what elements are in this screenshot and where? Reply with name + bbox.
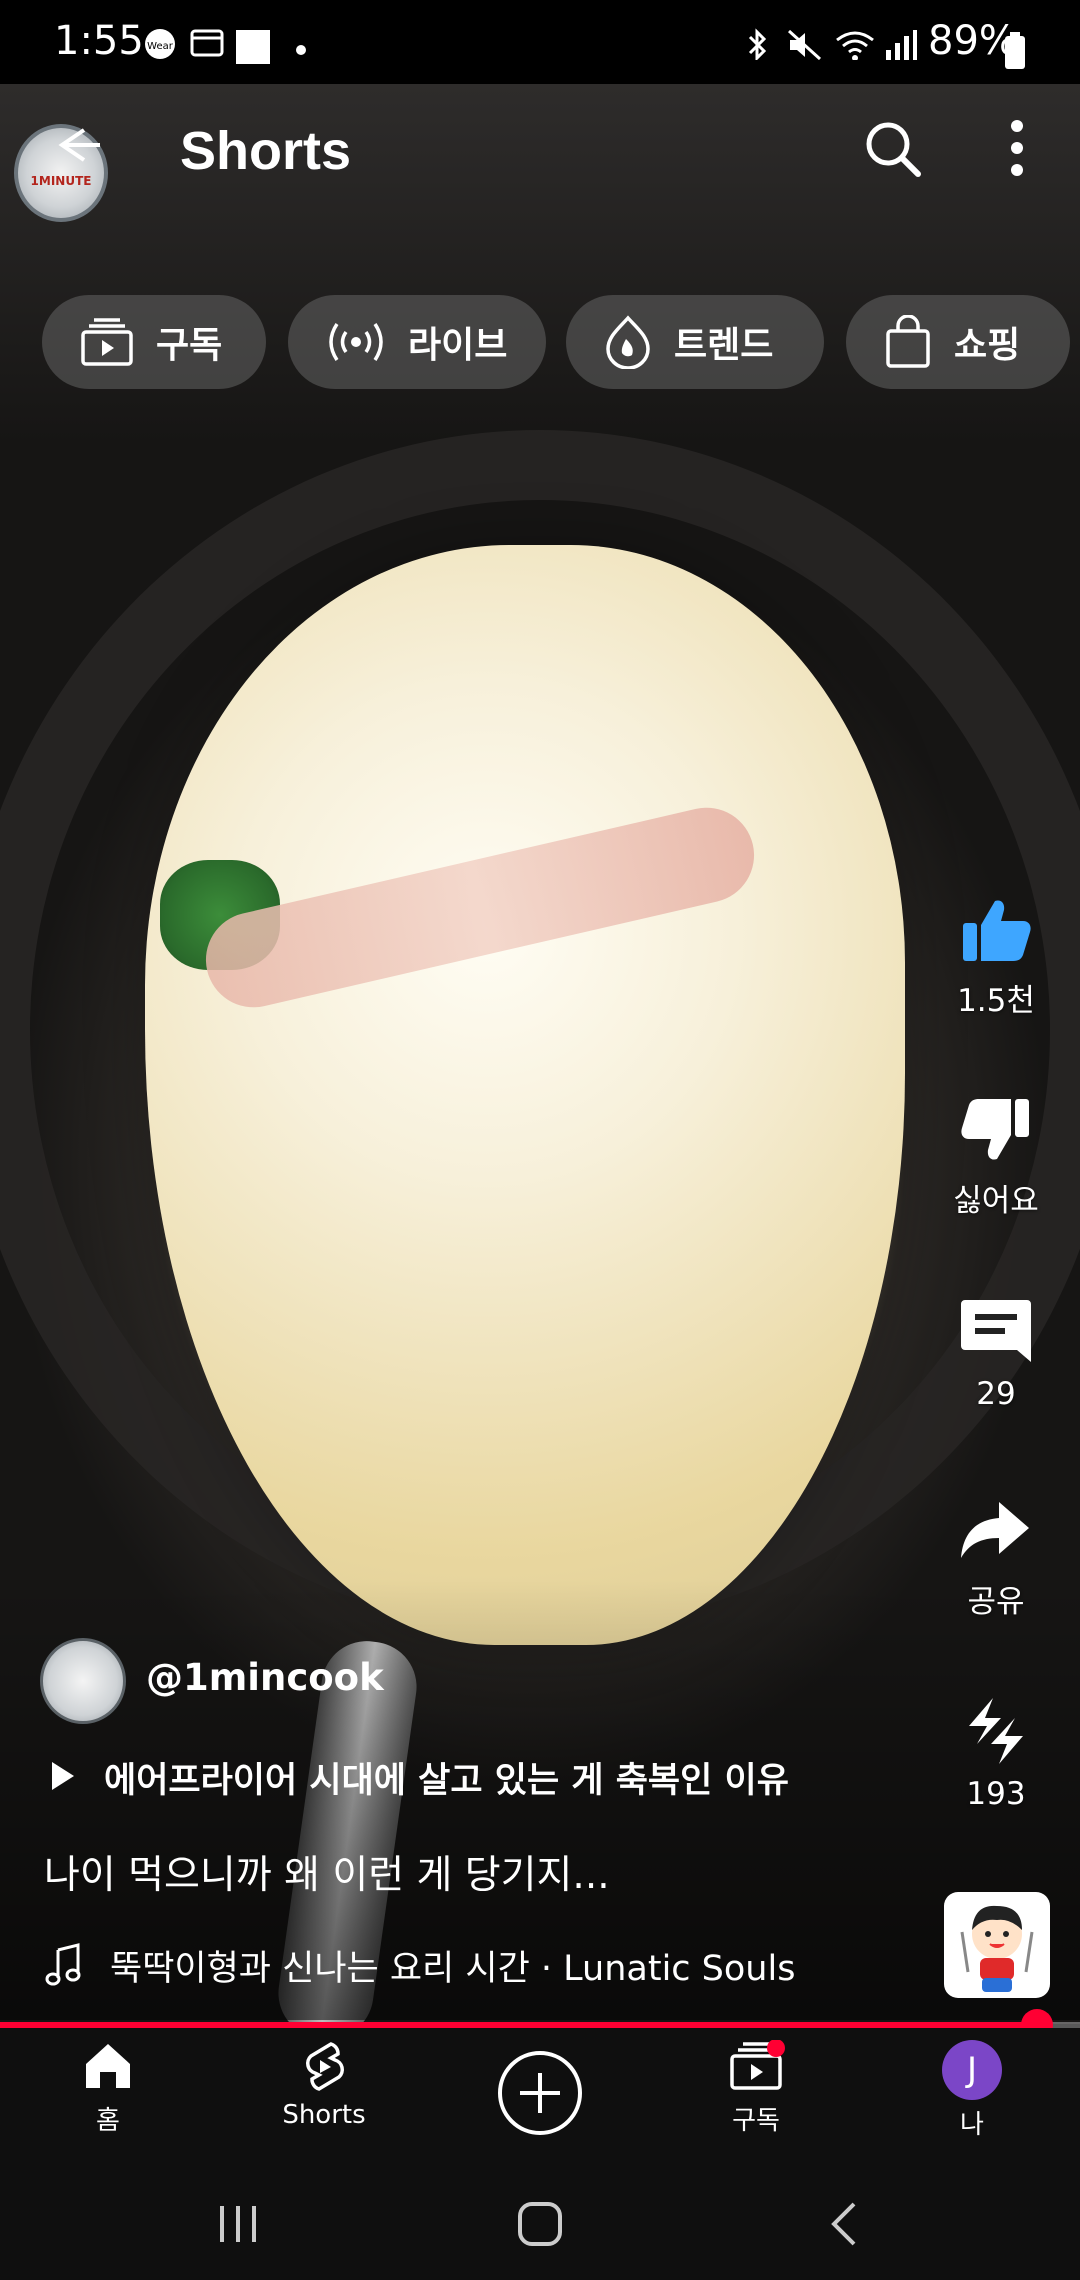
like-button[interactable]: 1.5천 — [921, 895, 1071, 1020]
sound-thumbnail[interactable] — [944, 1892, 1050, 1998]
avatar: J — [942, 2040, 1002, 2100]
nav-you[interactable]: J 나 — [872, 2040, 1072, 2141]
battery-icon — [1005, 32, 1025, 69]
dislike-label: 싫어요 — [953, 1183, 1039, 1219]
cartoon-chef-image — [960, 1905, 1034, 1992]
more-notifications-dot — [296, 45, 306, 55]
status-time: 1:55 — [54, 18, 144, 64]
signal-icon — [886, 30, 917, 60]
create-plus-icon[interactable] — [496, 2049, 584, 2137]
thumbs-up-icon — [963, 900, 1031, 961]
notification-square-icon — [236, 30, 270, 64]
channel-avatar[interactable] — [40, 1638, 126, 1724]
nav-home[interactable]: 홈 — [8, 2040, 208, 2137]
more-options-icon[interactable] — [1000, 118, 1034, 180]
logo-text: 1MINUTE — [30, 174, 92, 188]
shorts-icon — [306, 2042, 344, 2091]
mute-icon — [787, 29, 822, 60]
wifi-icon — [836, 31, 874, 60]
share-label: 공유 — [967, 1584, 1025, 1620]
comment-icon — [961, 1300, 1031, 1362]
related-video-link[interactable]: 에어프라이어 시대에 살고 있는 게 축복인 이유 — [104, 1752, 789, 1803]
chip-label: 트렌드 — [674, 325, 774, 366]
like-count: 1.5천 — [957, 983, 1035, 1019]
subscriptions-icon — [730, 2039, 785, 2090]
live-icon — [329, 323, 383, 361]
back-button-icon[interactable] — [820, 2198, 872, 2250]
nav-label: 구독 — [732, 2106, 780, 2136]
remix-button[interactable]: 193 — [921, 1696, 1071, 1812]
svg-text:Wear: Wear — [147, 41, 174, 52]
chip-label: 라이브 — [408, 325, 508, 366]
share-icon — [961, 1502, 1029, 1558]
trending-flame-icon — [606, 315, 650, 369]
porridge-spoon-image — [145, 545, 905, 1645]
chip-subscriptions[interactable]: 구독 — [42, 295, 266, 389]
comments-button[interactable]: 29 — [921, 1296, 1071, 1412]
chip-trending[interactable]: 트렌드 — [566, 295, 824, 389]
remix-count: 193 — [966, 1776, 1026, 1812]
recent-apps-icon[interactable] — [212, 2198, 264, 2250]
bluetooth-icon — [748, 28, 767, 60]
music-note-icon — [45, 1943, 81, 1986]
status-bar: 1:55 Wear 89% — [0, 0, 1080, 84]
video-caption[interactable]: 나이 먹으니까 왜 이런 게 당기지... — [44, 1844, 610, 1900]
shopping-bag-icon — [886, 315, 930, 368]
nav-subscriptions[interactable]: 구독 — [656, 2039, 856, 2137]
channel-name[interactable]: @1mincook — [146, 1656, 384, 1699]
play-icon — [52, 1762, 74, 1790]
share-button[interactable]: 공유 — [921, 1496, 1071, 1621]
nav-label: 나 — [960, 2110, 984, 2140]
search-icon[interactable] — [862, 118, 922, 178]
nav-label: Shorts — [282, 2100, 366, 2130]
home-icon — [86, 2044, 130, 2088]
dislike-button[interactable]: 싫어요 — [921, 1095, 1071, 1220]
remix-icon — [969, 1698, 1023, 1764]
chip-shopping[interactable]: 쇼핑 — [846, 295, 1070, 389]
music-title[interactable]: 뚝딱이형과 신나는 요리 시간 · Lunatic Souls — [110, 1940, 795, 1991]
nav-label: 홈 — [96, 2106, 120, 2136]
back-arrow-icon[interactable] — [44, 120, 104, 170]
chip-live[interactable]: 라이브 — [288, 295, 546, 389]
home-button-icon[interactable] — [514, 2198, 566, 2250]
chip-label: 구독 — [156, 325, 223, 366]
nav-shorts[interactable]: Shorts — [224, 2040, 424, 2130]
wallet-icon — [190, 29, 224, 57]
chip-label: 쇼핑 — [954, 325, 1021, 366]
comment-count: 29 — [976, 1376, 1016, 1412]
thumbs-down-icon — [961, 1099, 1029, 1160]
page-title: Shorts — [180, 121, 352, 181]
wear-icon: Wear — [145, 29, 175, 59]
subscriptions-icon — [81, 318, 133, 366]
